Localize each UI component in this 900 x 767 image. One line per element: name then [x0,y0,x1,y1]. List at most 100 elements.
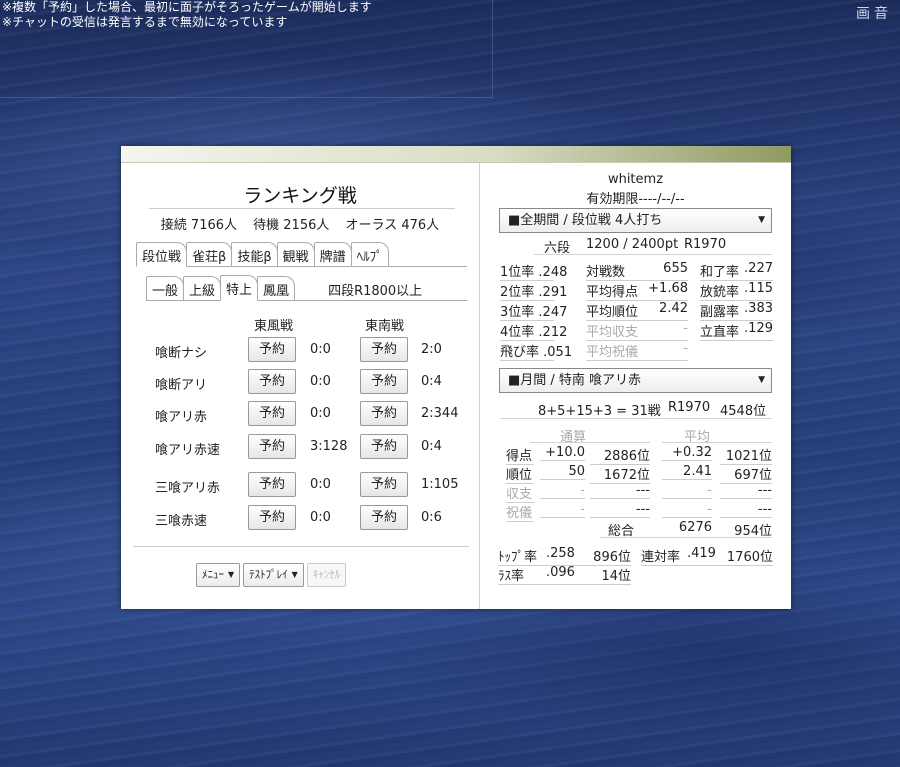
tab-help[interactable]: ﾍﾙﾌﾟ [350,242,389,267]
menu-dropdown[interactable]: ﾒﾆｭｰ ▼ [196,563,241,587]
chevron-down-icon: ▼ [758,375,765,385]
notice-line-1: ※複数「予約」した場合、最初に面子がそろったゲームが開始します [2,0,372,14]
stat-avg-bonus: 平均祝儀 - [586,341,688,361]
col-avg-underline [662,442,772,443]
reserve-east-button[interactable]: 予約 [248,505,296,530]
row-label-income: 収支 [506,483,534,503]
avg-rank-rank: 697位 [720,464,772,484]
tab-phoenix[interactable]: 鳳凰 [257,276,296,301]
reserve-east-button[interactable]: 予約 [248,401,296,426]
south-count: 0:4 [421,374,442,389]
main-tabs: 段位戦 雀荘β 技能β 観戦 牌譜 ﾍﾙﾌﾟ [136,242,389,267]
month-select-value: ■月間 / 特南 喰アリ赤 [508,373,642,388]
menu-label: ﾒﾆｭｰ [202,568,224,581]
month-rank: 4548位 [720,404,767,419]
bottom-divider [133,546,469,547]
south-count: 2:0 [421,342,442,357]
game-row: 三喰アリ赤 予約 0:0 予約 1:105 [121,472,479,498]
title-divider [149,208,455,209]
bottom-toolbar: ﾒﾆｭｰ ▼ ﾃｽﾄﾌﾟﾚｲ ▼ ｷｬﾝｾﾙ [196,563,347,587]
tab-skill[interactable]: 技能β [231,242,278,267]
room-tabs: 一般 上級 特上 鳳凰 四段R1800以上 [146,275,426,301]
total-rank: 50 [540,464,585,480]
row-label-bonus: 祝儀 [506,502,534,522]
month-select[interactable]: ■月間 / 特南 喰アリ赤 ▼ [499,368,772,393]
game-type-label: 三喰赤速 [155,514,208,529]
total-bonus-rank: --- [590,502,650,518]
stat-3rd-rate: 3位率 .247 [500,301,567,321]
tab-spectate[interactable]: 観戦 [276,242,315,267]
total-rank-rank: 1672位 [590,464,650,484]
rentai-rate-row: 連対率 .419 1760位 [641,546,773,566]
tab-ranked[interactable]: 段位戦 [136,242,188,267]
cancel-button[interactable]: ｷｬﾝｾﾙ [306,563,347,587]
period-select-value: ■全期間 / 段位戦 4人打ち [508,213,663,228]
rating: R1970 [684,237,727,252]
game-row: 喰断アリ 予約 0:0 予約 0:4 [121,369,479,395]
overall-underline [600,537,772,538]
avg-score-rank: 1021位 [720,445,772,465]
game-row: 喰アリ赤 予約 0:0 予約 2:344 [121,401,479,427]
corner-controls: 画音 [856,3,892,23]
game-type-label: 喰アリ赤速 [155,443,221,458]
reserve-south-button[interactable]: 予約 [360,505,408,530]
testplay-label: ﾃｽﾄﾌﾟﾚｲ [249,568,288,581]
game-row: 喰アリ赤速 予約 3:128 予約 0:4 [121,434,479,460]
rentai-rate-label: 連対率 [641,550,681,565]
reserve-east-button[interactable]: 予約 [248,369,296,394]
col-south-header: 東南戦 [365,319,405,334]
east-count: 0:0 [310,342,331,357]
game-type-label: 三喰アリ赤 [155,481,221,496]
reserve-south-button[interactable]: 予約 [360,472,408,497]
month-rating: R1970 [668,400,711,415]
room-condition: 四段R1800以上 [328,284,423,299]
last-rate-rank: 14位 [601,569,631,584]
total-score-rank: 2886位 [590,445,650,465]
last-rate-row: ﾗｽ率 .096 14位 [498,565,631,585]
tab-upper[interactable]: 上級 [183,276,222,301]
graphics-toggle-icon[interactable]: 画 [856,6,874,22]
tab-replay[interactable]: 牌譜 [313,242,352,267]
sound-toggle-icon[interactable]: 音 [874,6,892,22]
month-games: 8+5+15+3 = 31戦 [538,404,661,419]
total-income: - [540,483,585,499]
page-title: ランキング戦 [243,185,357,207]
stat-games: 対戦数 655 [586,261,688,281]
reserve-south-button[interactable]: 予約 [360,369,408,394]
tab-tokujou[interactable]: 特上 [220,275,259,301]
total-score: +10.0 [540,445,585,461]
south-count: 0:4 [421,439,442,454]
reserve-east-button[interactable]: 予約 [248,472,296,497]
rank-underline [534,254,772,255]
stat-1st-rate: 1位率 .248 [500,261,567,281]
period-select[interactable]: ■全期間 / 段位戦 4人打ち ▼ [499,208,772,233]
south-count: 1:105 [421,477,459,492]
avg-income: - [662,483,712,499]
rentai-rate-value: .419 [687,546,716,561]
tab-general[interactable]: 一般 [146,276,185,301]
testplay-dropdown[interactable]: ﾃｽﾄﾌﾟﾚｲ ▼ [243,563,304,587]
lobby-left: ランキング戦 接続 7166人 待機 2156人 オーラス 476人 段位戦 雀… [121,163,479,609]
reserve-south-button[interactable]: 予約 [360,434,408,459]
panel-title-bar [121,146,791,163]
avg-bonus: - [662,502,712,518]
reserve-east-button[interactable]: 予約 [248,434,296,459]
reserve-south-button[interactable]: 予約 [360,337,408,362]
avg-rank: 2.41 [662,464,712,480]
south-count: 0:6 [421,510,442,525]
top-rate-label: ﾄｯﾌﾟ率 [498,550,538,565]
tab-jansou[interactable]: 雀荘β [186,242,233,267]
reserve-east-button[interactable]: 予約 [248,337,296,362]
last-rate-value: .096 [546,565,575,580]
game-type-label: 喰アリ赤 [155,410,208,425]
oras-count: オーラス 476人 [345,218,440,233]
east-count: 0:0 [310,374,331,389]
expiry-date: 有効期限----/--/-- [586,192,685,207]
east-count: 0:0 [310,510,331,525]
stat-win-rate: 和了率 .227 [700,261,773,281]
east-count: 3:128 [310,439,348,454]
row-label-rank: 順位 [506,464,534,484]
avg-score: +0.32 [662,445,712,461]
reserve-south-button[interactable]: 予約 [360,401,408,426]
game-row: 三喰赤速 予約 0:0 予約 0:6 [121,505,479,531]
